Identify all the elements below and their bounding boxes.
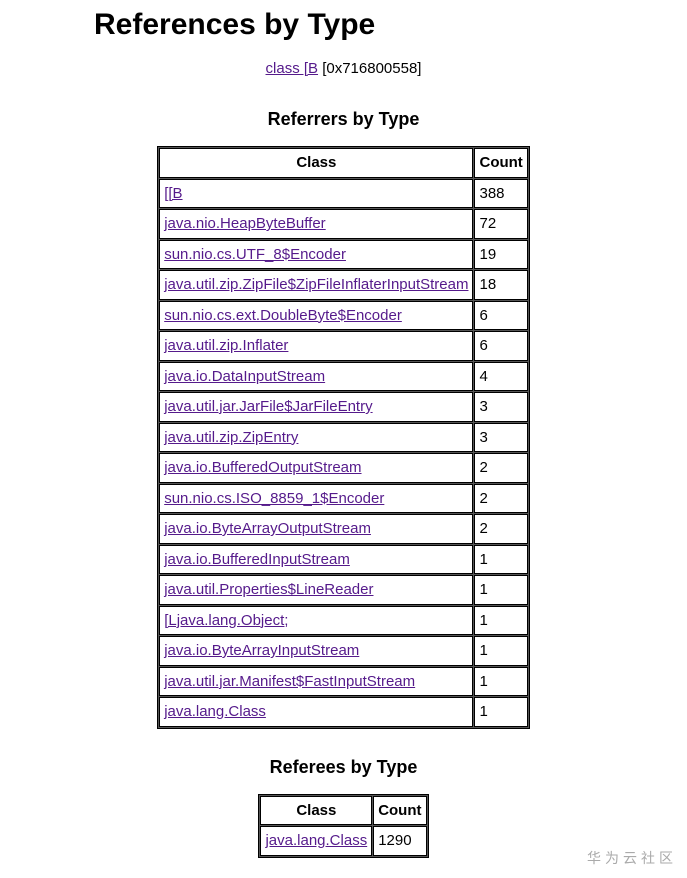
table-row: java.io.BufferedInputStream 1: [159, 545, 528, 575]
referrers-title: Referrers by Type: [268, 109, 420, 130]
class-link[interactable]: java.io.ByteArrayInputStream: [164, 642, 359, 659]
class-link[interactable]: java.io.BufferedInputStream: [164, 551, 350, 568]
class-cell: java.lang.Class: [260, 826, 372, 856]
class-cell: java.io.DataInputStream: [159, 362, 473, 392]
class-link[interactable]: java.lang.Class: [164, 703, 266, 720]
class-cell: java.lang.Class: [159, 697, 473, 727]
class-cell: java.util.Properties$LineReader: [159, 575, 473, 605]
class-link[interactable]: [Ljava.lang.Object;: [164, 612, 288, 629]
class-link[interactable]: java.util.jar.JarFile$JarFileEntry: [164, 398, 372, 415]
referrers-table: Class Count [[B388java.nio.HeapByteBuffe…: [157, 146, 530, 729]
class-link[interactable]: java.util.zip.ZipFile$ZipFileInflaterInp…: [164, 276, 468, 293]
count-cell: 6: [474, 301, 527, 331]
count-cell: 1: [474, 606, 527, 636]
subject-address: [0x716800558]: [322, 60, 421, 77]
count-cell: 18: [474, 270, 527, 300]
class-cell: java.nio.HeapByteBuffer: [159, 209, 473, 239]
subject-class-link[interactable]: class [B: [266, 60, 319, 77]
count-cell: 3: [474, 423, 527, 453]
table-row: java.util.Properties$LineReader 1: [159, 575, 528, 605]
count-cell: 72: [474, 209, 527, 239]
count-cell: 4: [474, 362, 527, 392]
class-link[interactable]: java.util.Properties$LineReader: [164, 581, 373, 598]
count-cell: 3: [474, 392, 527, 422]
table-row: sun.nio.cs.ISO_8859_1$Encoder 2: [159, 484, 528, 514]
referees-col-class: Class: [260, 796, 372, 826]
class-link[interactable]: java.io.DataInputStream: [164, 368, 325, 385]
count-cell: 1: [474, 697, 527, 727]
class-cell: java.util.zip.Inflater: [159, 331, 473, 361]
table-row: [Ljava.lang.Object; 1: [159, 606, 528, 636]
table-row: java.io.BufferedOutputStream 2: [159, 453, 528, 483]
count-cell: 2: [474, 453, 527, 483]
table-row: sun.nio.cs.ext.DoubleByte$Encoder 6: [159, 301, 528, 331]
class-link[interactable]: sun.nio.cs.ISO_8859_1$Encoder: [164, 490, 384, 507]
table-row: java.util.zip.Inflater 6: [159, 331, 528, 361]
class-link[interactable]: sun.nio.cs.UTF_8$Encoder: [164, 246, 346, 263]
class-cell: java.io.ByteArrayInputStream: [159, 636, 473, 666]
class-cell: java.io.BufferedOutputStream: [159, 453, 473, 483]
table-row: java.lang.Class 1290: [260, 826, 426, 856]
class-link[interactable]: [[B: [164, 185, 182, 202]
table-row: java.nio.HeapByteBuffer 72: [159, 209, 528, 239]
class-cell: sun.nio.cs.ext.DoubleByte$Encoder: [159, 301, 473, 331]
class-link[interactable]: java.io.ByteArrayOutputStream: [164, 520, 371, 537]
table-row: [[B 388: [159, 179, 528, 209]
referrers-col-count: Count: [474, 148, 527, 178]
class-link[interactable]: java.util.zip.ZipEntry: [164, 429, 298, 446]
class-link[interactable]: java.util.zip.Inflater: [164, 337, 288, 354]
table-row: java.util.zip.ZipEntry 3: [159, 423, 528, 453]
count-cell: 6: [474, 331, 527, 361]
class-cell: [[B: [159, 179, 473, 209]
class-cell: java.util.zip.ZipEntry: [159, 423, 473, 453]
class-link[interactable]: java.util.jar.Manifest$FastInputStream: [164, 673, 415, 690]
count-cell: 1: [474, 575, 527, 605]
class-link[interactable]: java.nio.HeapByteBuffer: [164, 215, 326, 232]
class-cell: [Ljava.lang.Object;: [159, 606, 473, 636]
class-cell: java.util.zip.ZipFile$ZipFileInflaterInp…: [159, 270, 473, 300]
class-cell: java.io.ByteArrayOutputStream: [159, 514, 473, 544]
count-cell: 1: [474, 545, 527, 575]
count-cell: 2: [474, 514, 527, 544]
count-cell: 1: [474, 667, 527, 697]
class-cell: sun.nio.cs.UTF_8$Encoder: [159, 240, 473, 270]
table-row: sun.nio.cs.UTF_8$Encoder 19: [159, 240, 528, 270]
table-row: java.io.DataInputStream 4: [159, 362, 528, 392]
referees-title: Referees by Type: [270, 757, 418, 778]
watermark: 华为云社区: [587, 848, 677, 868]
table-row: java.util.jar.Manifest$FastInputStream 1: [159, 667, 528, 697]
class-link[interactable]: java.lang.Class: [265, 832, 367, 849]
referees-table: Class Count java.lang.Class 1290: [258, 794, 428, 858]
table-row: java.util.jar.JarFile$JarFileEntry 3: [159, 392, 528, 422]
count-cell: 388: [474, 179, 527, 209]
table-row: java.lang.Class 1: [159, 697, 528, 727]
class-cell: java.io.BufferedInputStream: [159, 545, 473, 575]
count-cell: 1: [474, 636, 527, 666]
table-row: java.io.ByteArrayInputStream 1: [159, 636, 528, 666]
class-link[interactable]: sun.nio.cs.ext.DoubleByte$Encoder: [164, 307, 402, 324]
referrers-col-class: Class: [159, 148, 473, 178]
count-cell: 1290: [373, 826, 426, 856]
class-link[interactable]: java.io.BufferedOutputStream: [164, 459, 361, 476]
class-cell: sun.nio.cs.ISO_8859_1$Encoder: [159, 484, 473, 514]
subject-line: class [B [0x716800558]: [266, 60, 422, 77]
class-cell: java.util.jar.Manifest$FastInputStream: [159, 667, 473, 697]
table-row: java.io.ByteArrayOutputStream 2: [159, 514, 528, 544]
page-title: References by Type: [0, 8, 375, 42]
referees-col-count: Count: [373, 796, 426, 826]
count-cell: 2: [474, 484, 527, 514]
count-cell: 19: [474, 240, 527, 270]
class-cell: java.util.jar.JarFile$JarFileEntry: [159, 392, 473, 422]
table-row: java.util.zip.ZipFile$ZipFileInflaterInp…: [159, 270, 528, 300]
